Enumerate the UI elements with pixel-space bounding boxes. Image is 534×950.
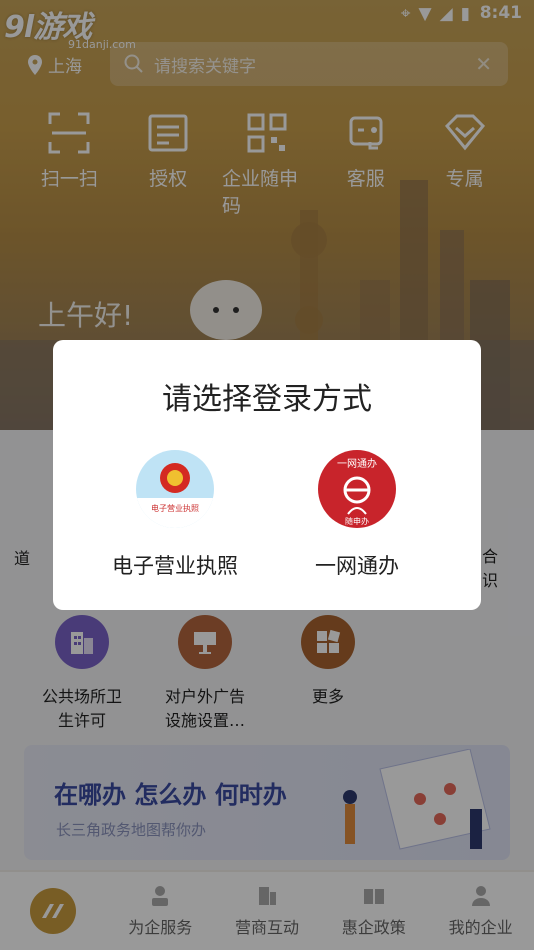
login-option-business-license[interactable]: 电子营业执照 电子营业执照 [85,450,265,580]
login-method-dialog: 请选择登录方式 电子营业执照 电子营业执照 一网通办 随申办 一网通办 [53,340,481,610]
dialog-title: 请选择登录方式 [162,382,372,417]
national-emblem-icon: 电子营业执照 [136,450,214,528]
logo-text: 电子营业执照 [151,503,199,513]
logo-text-top: 一网通办 [337,457,377,470]
logo-text-bottom: 随申办 [345,516,369,526]
login-option-label: 一网通办 [315,554,399,578]
login-option-one-network[interactable]: 一网通办 随申办 一网通办 [267,450,447,580]
one-network-icon: 一网通办 随申办 [318,450,396,528]
login-option-label: 电子营业执照 [112,554,238,578]
